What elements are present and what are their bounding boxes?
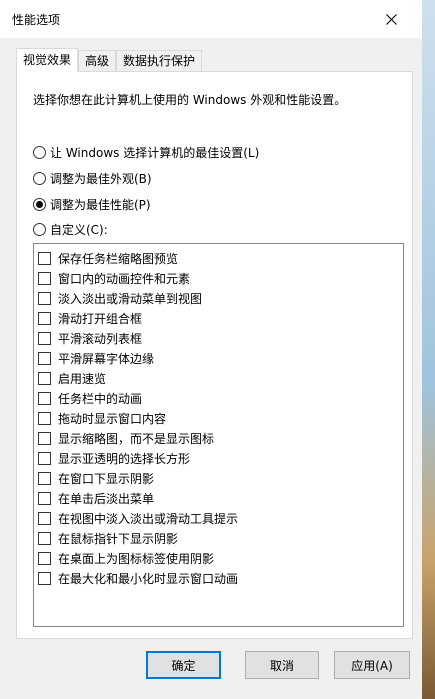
effect-checkbox[interactable]	[38, 351, 51, 365]
effect-list-item[interactable]: 在视图中淡入淡出或滑动工具提示	[38, 508, 238, 528]
effect-label: 在视图中淡入淡出或滑动工具提示	[58, 511, 239, 526]
title-bar: 性能选项	[0, 0, 422, 38]
effect-checkbox[interactable]	[38, 411, 51, 425]
effect-list-item[interactable]: 显示缩略图，而不是显示图标	[38, 428, 214, 448]
effect-list-item[interactable]: 保存任务栏缩略图预览	[38, 248, 178, 268]
effect-list-item[interactable]: 在窗口下显示阴影	[38, 468, 154, 488]
effect-list-item[interactable]: 平滑滚动列表框	[38, 328, 142, 348]
radio-label: 调整为最佳性能(P)	[50, 198, 151, 212]
effect-list-item[interactable]: 显示亚透明的选择长方形	[38, 448, 190, 468]
effect-checkbox[interactable]	[38, 431, 51, 445]
effect-label: 平滑屏幕字体边缘	[58, 351, 155, 366]
effect-label: 显示缩略图，而不是显示图标	[58, 431, 215, 446]
effect-checkbox[interactable]	[38, 251, 51, 265]
effect-checkbox[interactable]	[38, 291, 51, 305]
dialog-body: 视觉效果 高级 数据执行保护 选择你想在此计算机上使用的 Windows 外观和…	[0, 38, 422, 699]
effect-checkbox[interactable]	[38, 571, 51, 585]
effect-list-item[interactable]: 在桌面上为图标标签使用阴影	[38, 548, 214, 568]
cancel-button[interactable]: 取消	[245, 651, 319, 679]
tab-strip: 视觉效果 高级 数据执行保护	[16, 48, 203, 72]
effect-list-item[interactable]: 在单击后淡出菜单	[38, 488, 154, 508]
effect-list-item[interactable]: 淡入淡出或滑动菜单到视图	[38, 288, 202, 308]
effect-checkbox[interactable]	[38, 451, 51, 465]
effect-checkbox[interactable]	[38, 331, 51, 345]
effect-checkbox[interactable]	[38, 471, 51, 485]
radio-button[interactable]	[33, 172, 46, 185]
radio-button[interactable]	[33, 223, 46, 236]
effect-checkbox[interactable]	[38, 311, 51, 325]
effect-list-item[interactable]: 滑动打开组合框	[38, 308, 142, 328]
effects-list[interactable]: 保存任务栏缩略图预览 窗口内的动画控件和元素 淡入淡出或滑动菜单到视图 滑动打开组合框…	[33, 243, 404, 627]
effect-label: 窗口内的动画控件和元素	[58, 271, 191, 286]
effect-label: 淡入淡出或滑动菜单到视图	[58, 291, 203, 306]
effect-checkbox[interactable]	[38, 391, 51, 405]
effect-label: 在单击后淡出菜单	[58, 491, 155, 506]
radio-let-windows-choose[interactable]: 让 Windows 选择计算机的最佳设置(L)	[33, 144, 259, 161]
effect-label: 拖动时显示窗口内容	[58, 411, 167, 426]
effect-label: 在最大化和最小化时显示窗口动画	[58, 571, 239, 586]
radio-best-appearance[interactable]: 调整为最佳外观(B)	[33, 170, 152, 187]
close-icon	[385, 13, 397, 25]
intro-text: 选择你想在此计算机上使用的 Windows 外观和性能设置。	[33, 93, 347, 107]
effect-checkbox[interactable]	[38, 531, 51, 545]
window-title: 性能选项	[12, 13, 61, 27]
effect-label: 在鼠标指针下显示阴影	[58, 531, 179, 546]
effect-list-item[interactable]: 平滑屏幕字体边缘	[38, 348, 154, 368]
effect-label: 滑动打开组合框	[58, 311, 143, 326]
radio-label: 让 Windows 选择计算机的最佳设置(L)	[50, 146, 260, 160]
effect-list-item[interactable]: 在最大化和最小化时显示窗口动画	[38, 568, 238, 588]
effect-label: 保存任务栏缩略图预览	[58, 251, 179, 266]
effect-list-item[interactable]: 在鼠标指针下显示阴影	[38, 528, 178, 548]
effect-label: 启用速览	[58, 371, 107, 386]
effect-label: 平滑滚动列表框	[58, 331, 143, 346]
visual-effects-panel: 选择你想在此计算机上使用的 Windows 外观和性能设置。 让 Windows…	[16, 71, 413, 639]
effect-checkbox[interactable]	[38, 271, 51, 285]
ok-button[interactable]: 确定	[146, 651, 221, 679]
performance-options-dialog: 性能选项 视觉效果 高级 数据执行保护 选择你想在此计算机上使用的 Window…	[0, 0, 422, 699]
effect-checkbox[interactable]	[38, 491, 51, 505]
effect-label: 任务栏中的动画	[58, 391, 143, 406]
radio-button[interactable]	[33, 198, 46, 211]
apply-button[interactable]: 应用(A)	[334, 651, 410, 679]
tab-data-execution-prevention[interactable]: 数据执行保护	[116, 50, 203, 72]
effect-checkbox[interactable]	[38, 371, 51, 385]
effect-label: 在窗口下显示阴影	[58, 471, 155, 486]
effect-checkbox[interactable]	[38, 511, 51, 525]
radio-custom[interactable]: 自定义(C):	[33, 221, 108, 238]
tab-visual-effects[interactable]: 视觉效果	[16, 48, 79, 72]
radio-button[interactable]	[33, 146, 46, 159]
close-button[interactable]	[376, 6, 406, 32]
effect-list-item[interactable]: 启用速览	[38, 368, 106, 388]
effect-list-item[interactable]: 窗口内的动画控件和元素	[38, 268, 190, 288]
effect-label: 在桌面上为图标标签使用阴影	[58, 551, 215, 566]
radio-best-performance[interactable]: 调整为最佳性能(P)	[33, 196, 151, 213]
effect-label: 显示亚透明的选择长方形	[58, 451, 191, 466]
effect-checkbox[interactable]	[38, 551, 51, 565]
radio-label: 调整为最佳外观(B)	[50, 172, 152, 186]
effect-list-item[interactable]: 拖动时显示窗口内容	[38, 408, 166, 428]
effect-list-item[interactable]: 任务栏中的动画	[38, 388, 142, 408]
radio-label: 自定义(C):	[50, 223, 108, 237]
tab-advanced[interactable]: 高级	[78, 50, 117, 72]
